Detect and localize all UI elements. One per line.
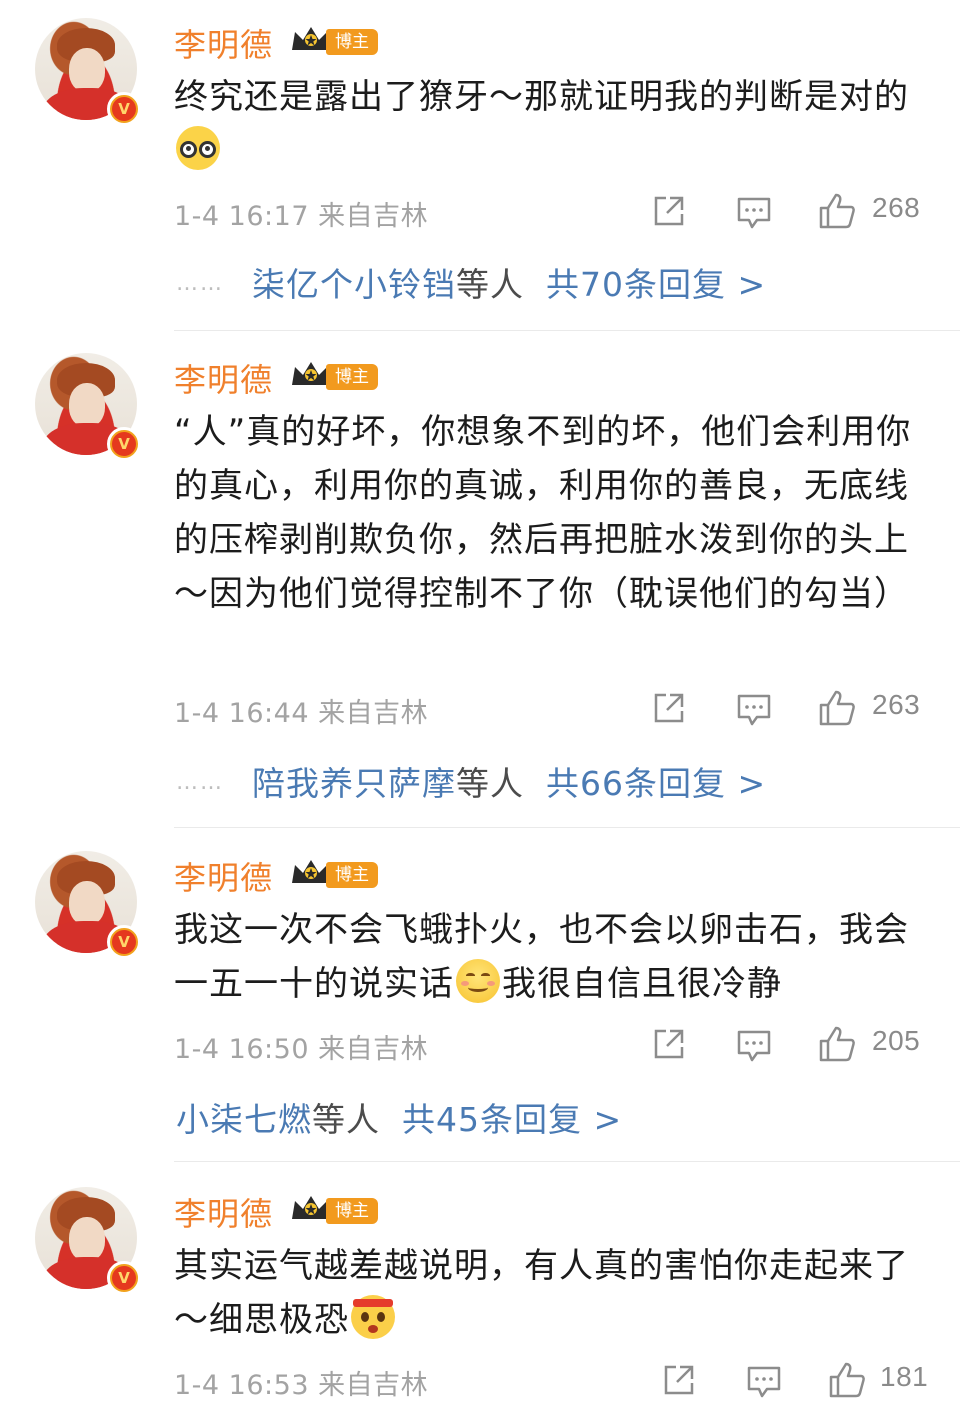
comment-text: “人”真的好坏，你想象不到的坏，他们会利用你的真心，利用你的真诚，利用你的善良，… — [174, 412, 912, 614]
glasses-emoji-icon — [176, 126, 220, 170]
like-count: 205 — [872, 1025, 921, 1056]
reply-users: 陪我养只萨摩 — [252, 764, 456, 803]
verified-badge-icon: V — [107, 427, 141, 461]
reply-users: 小柒七燃 — [176, 1100, 312, 1139]
scared-emoji-icon — [351, 1295, 395, 1339]
comment-icon[interactable] — [736, 196, 772, 230]
replies-link[interactable]: …… 柒亿个小铃铛等人 共70条回复 > — [176, 258, 766, 306]
comment-text: 我这一次不会飞蛾扑火，也不会以卵击石，我会一五一十的说实话 我很自信且很冷静 — [174, 910, 909, 1004]
comment-meta: 1-4 16:53 来自吉林 — [174, 1370, 429, 1401]
blogger-badge: 博主 — [326, 862, 378, 888]
like-icon[interactable] — [818, 192, 856, 230]
like-icon[interactable] — [818, 1025, 856, 1063]
smile-emoji-icon — [456, 959, 500, 1003]
like-count: 263 — [872, 689, 921, 720]
verified-badge-icon: V — [107, 1261, 141, 1295]
share-icon[interactable] — [662, 1363, 696, 1397]
blogger-badge: 博主 — [326, 364, 378, 390]
username[interactable]: 李明德 — [174, 355, 273, 401]
blogger-badge: 博主 — [326, 29, 378, 55]
divider — [174, 1161, 960, 1162]
replies-link[interactable]: …… 陪我养只萨摩等人 共66条回复 > — [176, 757, 766, 805]
username[interactable]: 李明德 — [174, 20, 273, 66]
comment-text: 终究还是露出了獠牙～那就证明我的判断是对的 — [174, 70, 934, 178]
share-icon[interactable] — [652, 691, 686, 725]
share-icon[interactable] — [652, 1027, 686, 1061]
like-icon[interactable] — [818, 689, 856, 727]
comment-text: 其实运气越差越说明，有人真的害怕你走起来了～细思极恐 — [174, 1246, 909, 1340]
like-count: 268 — [872, 192, 921, 223]
comment-icon[interactable] — [746, 1365, 782, 1399]
comment-icon[interactable] — [736, 1029, 772, 1063]
username[interactable]: 李明德 — [174, 1189, 273, 1235]
blogger-badge: 博主 — [326, 1198, 378, 1224]
reply-users: 柒亿个小铃铛 — [252, 265, 456, 304]
verified-badge-icon: V — [107, 92, 141, 126]
like-count: 181 — [880, 1361, 929, 1392]
verified-badge-icon: V — [107, 925, 141, 959]
share-icon[interactable] — [652, 194, 686, 228]
replies-link[interactable]: 小柒七燃等人 共45条回复 > — [176, 1093, 622, 1141]
divider — [174, 330, 960, 331]
divider — [174, 827, 960, 828]
comment-meta: 1-4 16:17 来自吉林 — [174, 201, 429, 232]
comment-meta: 1-4 16:44 来自吉林 — [174, 698, 429, 729]
comment-meta: 1-4 16:50 来自吉林 — [174, 1034, 429, 1065]
comment-icon[interactable] — [736, 693, 772, 727]
like-icon[interactable] — [828, 1361, 866, 1399]
username[interactable]: 李明德 — [174, 853, 273, 899]
